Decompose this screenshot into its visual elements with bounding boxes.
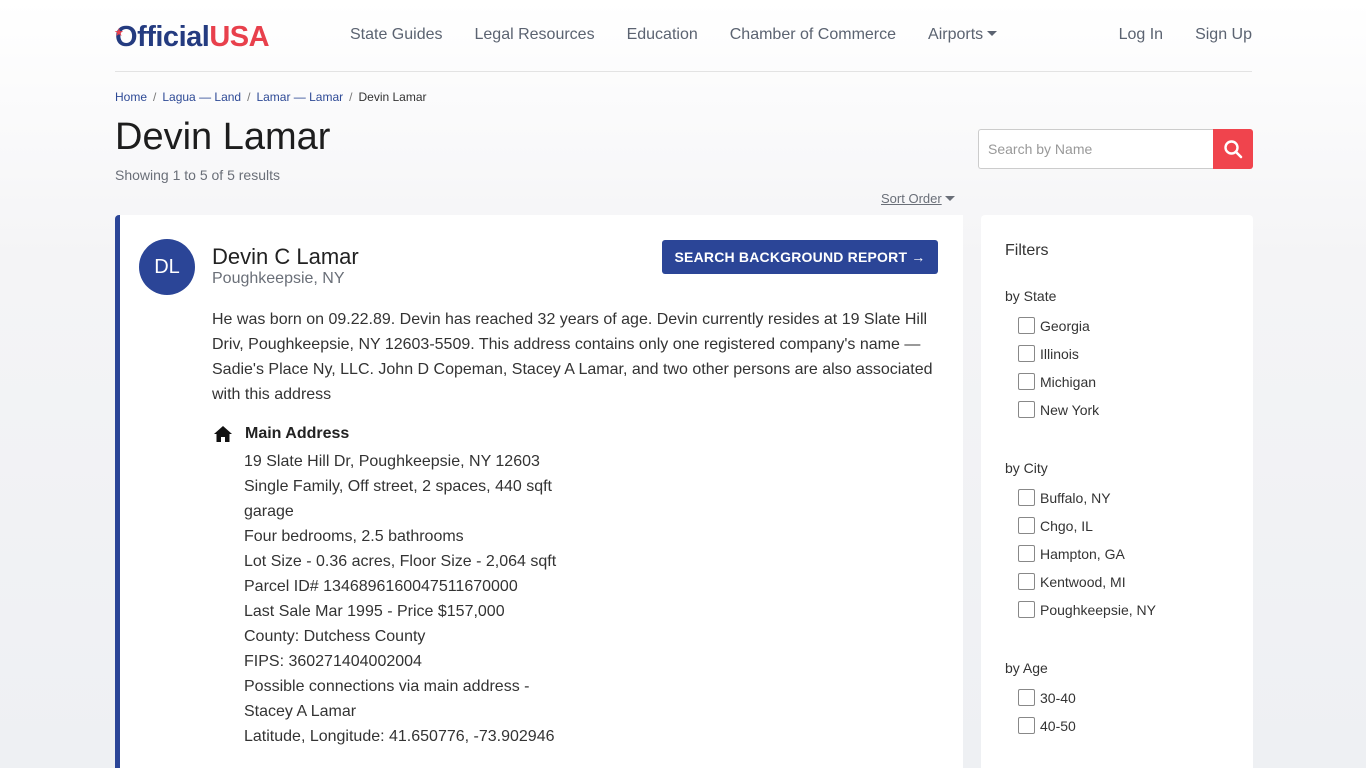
county-line: County: Dutchess County — [244, 628, 426, 645]
filter-city-hampton[interactable]: Hampton, GA — [1018, 545, 1125, 562]
sort-order-label: Sort Order — [881, 191, 942, 206]
filter-option-label: Chgo, IL — [1040, 517, 1093, 534]
checkbox[interactable] — [1018, 401, 1035, 418]
breadcrumb-separator: / — [153, 90, 157, 104]
address-line: 19 Slate Hill Dr, Poughkeepsie, NY 12603 — [244, 453, 540, 470]
filter-option-label: 30-40 — [1040, 689, 1076, 706]
login-link[interactable]: Log In — [1119, 26, 1163, 44]
breadcrumb-home[interactable]: Home — [115, 90, 147, 104]
checkbox[interactable] — [1018, 373, 1035, 390]
signup-link[interactable]: Sign Up — [1195, 26, 1252, 44]
nav-airports-dropdown[interactable]: Airports — [928, 26, 998, 44]
connection-name[interactable]: Stacey A Lamar — [244, 699, 556, 724]
search-background-report-button[interactable]: SEARCH BACKGROUND REPORT → — [662, 240, 938, 274]
search-icon — [1224, 140, 1243, 159]
search-form — [978, 129, 1253, 169]
sort-order-dropdown[interactable]: Sort Order — [881, 191, 955, 206]
checkbox[interactable] — [1018, 517, 1035, 534]
filter-state-new-york[interactable]: New York — [1018, 401, 1099, 418]
fips-line: FIPS: 360271404002004 — [244, 653, 422, 670]
result-card: DL Devin C Lamar Poughkeepsie, NY SEARCH… — [115, 215, 963, 768]
caret-down-icon — [987, 31, 998, 36]
nav-chamber-of-commerce[interactable]: Chamber of Commerce — [730, 26, 896, 44]
main-address-details: 19 Slate Hill Dr, Poughkeepsie, NY 12603… — [244, 449, 556, 749]
avatar: DL — [139, 239, 195, 295]
breadcrumb-separator: / — [349, 90, 353, 104]
filter-group-city-title: by City — [1005, 460, 1048, 476]
filters-title: Filters — [1005, 242, 1049, 259]
filter-option-label: Georgia — [1040, 317, 1090, 334]
filter-city-kentwood[interactable]: Kentwood, MI — [1018, 573, 1126, 590]
nav-education[interactable]: Education — [627, 26, 698, 44]
property-type-line: Single Family, Off street, 2 spaces, 440… — [244, 478, 552, 495]
main-address-heading: Main Address — [245, 425, 350, 442]
filter-city-buffalo[interactable]: Buffalo, NY — [1018, 489, 1111, 506]
filter-age-30-40[interactable]: 30-40 — [1018, 689, 1076, 706]
logo-usa: USA — [209, 21, 270, 53]
lot-size-line: Lot Size - 0.36 acres, Floor Size - 2,06… — [244, 553, 557, 570]
home-icon — [214, 426, 232, 442]
site-logo[interactable]: OfficialUSA — [115, 20, 270, 54]
search-button[interactable] — [1213, 129, 1253, 169]
filter-group-age-title: by Age — [1005, 660, 1048, 676]
nav-state-guides[interactable]: State Guides — [350, 26, 443, 44]
checkbox[interactable] — [1018, 689, 1035, 706]
checkbox[interactable] — [1018, 717, 1035, 734]
breadcrumb-separator: / — [247, 90, 251, 104]
last-sale-line: Last Sale Mar 1995 - Price $157,000 — [244, 603, 505, 620]
main-nav: State Guides Legal Resources Education C… — [350, 26, 998, 44]
logo-official: fficial — [137, 21, 210, 53]
filter-state-illinois[interactable]: Illinois — [1018, 345, 1079, 362]
filter-age-40-50[interactable]: 40-50 — [1018, 717, 1076, 734]
checkbox[interactable] — [1018, 317, 1035, 334]
breadcrumb-lagua-land[interactable]: Lagua — Land — [162, 90, 241, 104]
search-input[interactable] — [978, 129, 1213, 169]
filter-city-poughkeepsie[interactable]: Poughkeepsie, NY — [1018, 601, 1156, 618]
site-header: OfficialUSA State Guides Legal Resources… — [115, 0, 1252, 72]
filter-option-label: Buffalo, NY — [1040, 489, 1111, 506]
nav-legal-resources[interactable]: Legal Resources — [475, 26, 595, 44]
person-description: He was born on 09.22.89. Devin has reach… — [212, 311, 933, 403]
property-type-line: garage — [244, 503, 294, 520]
filter-option-label: Kentwood, MI — [1040, 573, 1126, 590]
rooms-line: Four bedrooms, 2.5 bathrooms — [244, 528, 464, 545]
auth-links: Log In Sign Up — [1119, 26, 1252, 44]
filter-city-chgo[interactable]: Chgo, IL — [1018, 517, 1093, 534]
person-location: Poughkeepsie, NY — [212, 270, 345, 287]
nav-airports-label: Airports — [928, 26, 984, 43]
filter-option-label: Michigan — [1040, 373, 1097, 390]
breadcrumb: Home / Lagua — Land / Lamar — Lamar / De… — [115, 90, 1252, 104]
connections-line: Possible connections via main address - — [244, 678, 530, 695]
logo-o: O — [115, 21, 138, 53]
filter-option-label: Hampton, GA — [1040, 545, 1125, 562]
filter-group-state-title: by State — [1005, 288, 1057, 304]
filters-panel: Filters by State Georgia Illinois Michig… — [981, 215, 1253, 768]
filter-state-michigan[interactable]: Michigan — [1018, 373, 1096, 390]
breadcrumb-lamar-lamar[interactable]: Lamar — Lamar — [256, 90, 343, 104]
filter-option-label: New York — [1040, 401, 1100, 418]
caret-down-icon — [944, 196, 955, 201]
filter-option-label: Illinois — [1040, 345, 1079, 362]
filter-state-georgia[interactable]: Georgia — [1018, 317, 1090, 334]
parcel-id-line: Parcel ID# 1346896160047511670000 — [244, 578, 518, 595]
breadcrumb-current: Devin Lamar — [358, 90, 427, 104]
filter-option-label: Poughkeepsie, NY — [1040, 601, 1156, 618]
person-name[interactable]: Devin C Lamar — [212, 244, 359, 270]
checkbox[interactable] — [1018, 345, 1035, 362]
filter-option-label: 40-50 — [1040, 717, 1076, 734]
checkbox[interactable] — [1018, 489, 1035, 506]
checkbox[interactable] — [1018, 601, 1035, 618]
checkbox[interactable] — [1018, 545, 1035, 562]
lat-long-line: Latitude, Longitude: 41.650776, -73.9029… — [244, 728, 555, 745]
results-count: Showing 1 to 5 of 5 results — [115, 167, 280, 183]
checkbox[interactable] — [1018, 573, 1035, 590]
